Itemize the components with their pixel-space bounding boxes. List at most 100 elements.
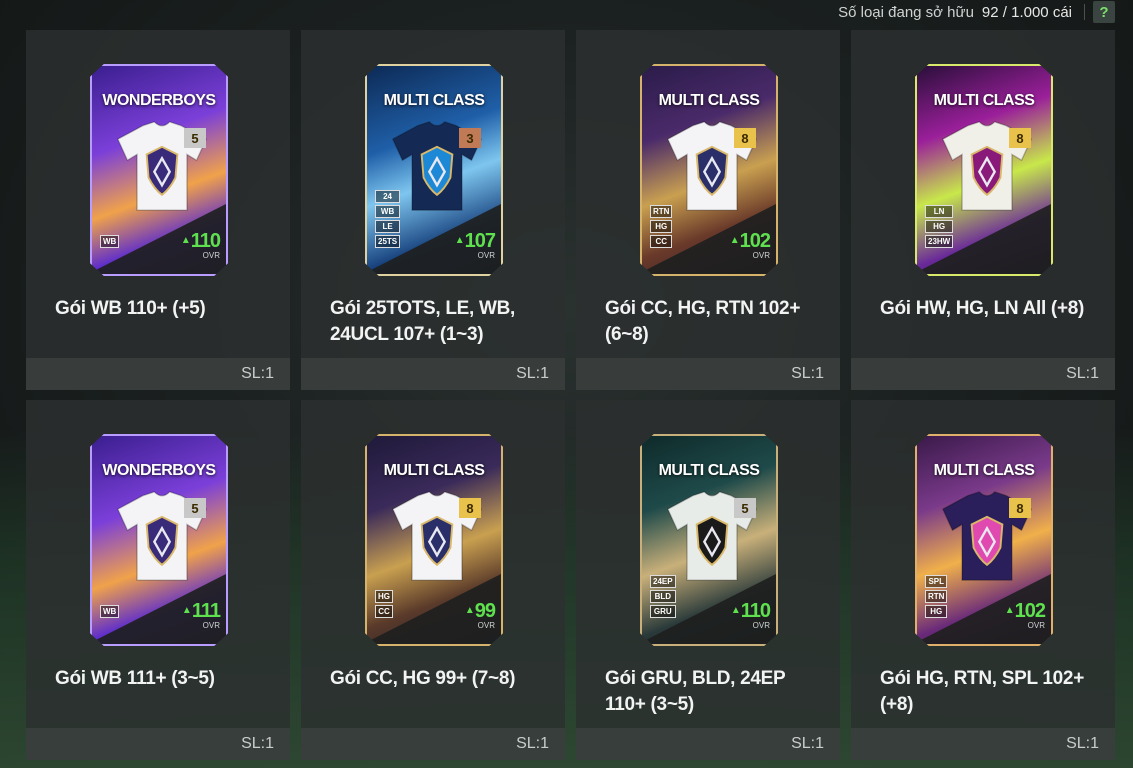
pack-name: Gói HG, RTN, SPL 102+ (+8) [880,668,1084,715]
card-tag: HG [925,220,954,233]
pack-tile[interactable]: MULTI CLASS 8 RTN HG CC ▲102 OVR Gói CC, H… [576,30,840,390]
up-arrow-icon: ▲ [180,235,191,246]
ovr-rating: ▲99 OVR [464,601,496,630]
card-tags: WB [100,235,120,248]
owned-label: Số loại đang sở hữu [838,3,974,21]
pack-tile[interactable]: WONDERBOYS 5 WB ▲110 OVR Gói WB 110+ (+5… [26,30,290,390]
pack-tile[interactable]: MULTI CLASS 5 24EP BLD GRU ▲110 OVR Gói GR… [576,400,840,760]
card-tag: LN [925,205,954,218]
ovr-value: 107 [464,230,496,252]
ovr-rating: ▲111 OVR [181,600,221,630]
level-badge: 8 [459,498,481,518]
card-tag: HG [925,605,948,618]
card-title: WONDERBOYS [102,92,216,109]
card-title: WONDERBOYS [102,462,216,479]
ovr-label: OVR [1027,621,1045,630]
level-badge: 8 [734,128,756,148]
card-tag: CC [375,605,393,618]
card-tag: 23HW [925,235,954,248]
card-tags: HG CC [375,590,393,618]
card-tag: RTN [650,205,673,218]
card-tag: HG [650,220,673,233]
pack-quantity: SL:1 [516,365,549,382]
pack-quantity: SL:1 [1066,735,1099,752]
ovr-label: OVR [202,251,220,260]
card-tag: BLD [650,590,676,603]
card-title: MULTI CLASS [933,92,1035,109]
pack-quantity: SL:1 [241,365,274,382]
up-arrow-icon: ▲ [181,605,192,616]
tile-footer: SL:1 [576,728,840,760]
level-badge: 3 [459,128,481,148]
owned-counter-bar: Số loại đang sở hữu 92 / 1.000 cái ? [838,0,1133,24]
ovr-rating: ▲110 OVR [180,231,221,260]
pack-card-image: MULTI CLASS 8 SPL RTN HG ▲102 OVR [915,434,1053,646]
card-title: MULTI CLASS [658,92,760,109]
ovr-label: OVR [752,251,770,260]
pack-card-image: MULTI CLASS 8 RTN HG CC ▲102 OVR [640,64,778,276]
card-title: MULTI CLASS [658,462,760,479]
card-title: MULTI CLASS [383,92,485,109]
pack-tile[interactable]: MULTI CLASS 3 24 WB LE 25TS ▲107 OVR Gói 25… [301,30,565,390]
pack-card-image: MULTI CLASS 8 LN HG 23HW [915,64,1053,276]
pack-card-image: WONDERBOYS 5 WB ▲110 OVR [90,64,228,276]
tile-footer: SL:1 [851,728,1115,760]
card-tag: WB [100,235,120,248]
tile-footer: SL:1 [301,728,565,760]
card-tags: LN HG 23HW [925,205,954,248]
card-tag: 24 [375,190,401,203]
card-tags: WB [100,605,120,618]
card-tag: 25TS [375,235,401,248]
tile-footer: SL:1 [851,358,1115,390]
level-badge: 5 [734,498,756,518]
card-tag: CC [650,235,673,248]
pack-quantity: SL:1 [241,735,274,752]
card-tags: SPL RTN HG [925,575,948,618]
ovr-label: OVR [202,621,220,630]
tile-footer: SL:1 [26,728,290,760]
pack-card-image: MULTI CLASS 5 24EP BLD GRU ▲110 OVR [640,434,778,646]
pack-card-image: MULTI CLASS 8 HG CC ▲99 OVR [365,434,503,646]
ovr-rating: ▲102 OVR [1004,601,1046,630]
up-arrow-icon: ▲ [1004,605,1015,616]
up-arrow-icon: ▲ [454,235,465,246]
pack-name: Gói GRU, BLD, 24EP 110+ (3~5) [605,668,786,715]
ovr-label: OVR [477,621,495,630]
card-tag: WB [375,205,401,218]
pack-tile[interactable]: MULTI CLASS 8 SPL RTN HG ▲102 OVR Gói HG, … [851,400,1115,760]
ovr-rating: ▲102 OVR [730,230,771,260]
pack-card-image: WONDERBOYS 5 WB ▲111 OVR [90,434,228,646]
pack-card-image: MULTI CLASS 3 24 WB LE 25TS ▲107 OVR [365,64,503,276]
ovr-label: OVR [752,621,770,630]
card-tags: RTN HG CC [650,205,673,248]
ovr-rating: ▲110 OVR [731,601,771,630]
pack-name: Gói WB 111+ (3~5) [55,668,215,689]
pack-tile[interactable]: WONDERBOYS 5 WB ▲111 OVR Gói WB 111+ (3~… [26,400,290,760]
help-button[interactable]: ? [1093,1,1115,23]
card-tag: GRU [650,605,676,618]
card-tag: 24EP [650,575,676,588]
pack-name: Gói CC, HG, RTN 102+ (6~8) [605,298,801,345]
pack-grid: WONDERBOYS 5 WB ▲110 OVR Gói WB 110+ (+5… [26,30,1115,760]
pack-name: Gói 25TOTS, LE, WB, 24UCL 107+ (1~3) [330,298,516,345]
card-tags: 24EP BLD GRU [650,575,676,618]
pack-name: Gói HW, HG, LN All (+8) [880,298,1085,319]
card-tag: WB [100,605,120,618]
pack-tile[interactable]: MULTI CLASS 8 LN HG 23HW Gói HW, HG, LN Al… [851,30,1115,390]
ovr-value: 111 [191,600,221,622]
tile-footer: SL:1 [576,358,840,390]
owned-count: 92 / 1.000 cái [981,3,1072,21]
pack-quantity: SL:1 [791,735,824,752]
pack-tile[interactable]: MULTI CLASS 8 HG CC ▲99 OVR Gói CC, HG 99… [301,400,565,760]
ovr-value: 102 [739,230,771,252]
card-tags: 24 WB LE 25TS [375,190,401,248]
level-badge: 5 [184,498,206,518]
card-tag: HG [375,590,393,603]
up-arrow-icon: ▲ [464,605,475,616]
pack-name: Gói CC, HG 99+ (7~8) [330,668,516,689]
pack-name: Gói WB 110+ (+5) [55,298,206,319]
card-tag: SPL [925,575,948,588]
card-title: MULTI CLASS [383,462,485,479]
ovr-label: OVR [477,251,495,260]
tile-footer: SL:1 [26,358,290,390]
